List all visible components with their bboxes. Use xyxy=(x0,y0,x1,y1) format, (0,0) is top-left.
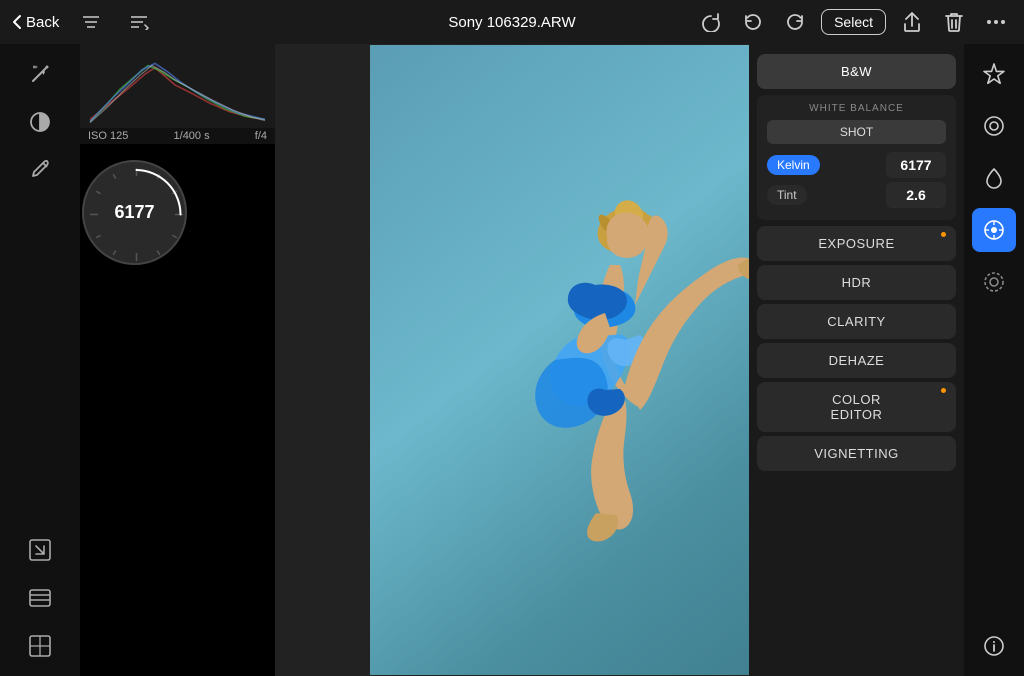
iso-value: ISO 125 xyxy=(88,130,128,142)
presets-icon-btn[interactable] xyxy=(972,52,1016,96)
filter-icon xyxy=(81,14,101,30)
top-bar-right: Select xyxy=(695,6,1012,38)
reset-icon xyxy=(700,12,722,32)
bw-button[interactable]: B&W xyxy=(757,54,956,89)
sort-icon-btn[interactable] xyxy=(123,6,155,38)
histogram-area: ISO 125 1/400 s f/4 xyxy=(80,44,275,144)
layers-icon xyxy=(27,585,53,611)
bottom-left-tools xyxy=(0,528,80,668)
vignetting-button[interactable]: VIGNETTING xyxy=(757,436,956,471)
aperture-value: f/4 xyxy=(255,130,267,142)
kelvin-row: Kelvin 6177 xyxy=(767,152,946,178)
edit-panel: B&W WHITE BALANCE SHOT Kelvin 6177 Tint … xyxy=(749,44,964,676)
tint-tag[interactable]: Tint xyxy=(767,185,807,205)
redo-icon-btn[interactable] xyxy=(779,6,811,38)
dial-outer[interactable]: 6177 xyxy=(82,160,187,265)
sort-icon xyxy=(129,14,149,30)
back-button[interactable]: Back xyxy=(12,14,59,31)
filter-icon-btn[interactable] xyxy=(75,6,107,38)
star-icon xyxy=(982,62,1006,86)
dehaze-button[interactable]: DEHAZE xyxy=(757,343,956,378)
circle-half-icon xyxy=(28,110,52,134)
back-label: Back xyxy=(26,14,59,31)
dial-ticks-svg xyxy=(84,162,189,267)
clarity-button[interactable]: CLARITY xyxy=(757,304,956,339)
info-icon-btn[interactable] xyxy=(972,624,1016,668)
redo-icon xyxy=(784,12,806,32)
file-title: Sony 106329.ARW xyxy=(448,14,575,31)
eyedropper-icon xyxy=(28,158,52,182)
healing-icon-btn[interactable] xyxy=(972,156,1016,200)
histogram-chart xyxy=(80,44,275,128)
shutter-value: 1/400 s xyxy=(174,130,210,142)
back-chevron-icon xyxy=(12,14,22,30)
tint-value[interactable]: 2.6 xyxy=(886,182,946,208)
dial-widget[interactable]: 6177 xyxy=(82,160,187,265)
color-editor-label: COLOREDITOR xyxy=(831,392,883,422)
top-bar-left: Back xyxy=(12,6,155,38)
color-editor-dot xyxy=(941,388,946,393)
delete-icon-btn[interactable] xyxy=(938,6,970,38)
more-icon-btn[interactable] xyxy=(980,6,1012,38)
magic-wand-icon xyxy=(28,62,52,86)
tone-curve-tool[interactable] xyxy=(18,100,62,144)
selective-icon-btn[interactable] xyxy=(972,104,1016,148)
select-button[interactable]: Select xyxy=(821,9,886,35)
hdr-button[interactable]: HDR xyxy=(757,265,956,300)
wb-shot-button[interactable]: SHOT xyxy=(767,120,946,144)
more-dots-icon xyxy=(986,19,1006,25)
drop-icon xyxy=(982,166,1006,190)
expand-icon xyxy=(27,537,53,563)
export-icon-btn[interactable] xyxy=(18,528,62,572)
details-icon-btn[interactable] xyxy=(972,260,1016,304)
histogram-info: ISO 125 1/400 s f/4 xyxy=(80,128,275,144)
wb-label: WHITE BALANCE xyxy=(767,103,946,114)
right-panel xyxy=(964,44,1024,676)
layers-icon-btn[interactable] xyxy=(18,576,62,620)
share-icon-btn[interactable] xyxy=(896,6,928,38)
magic-wand-tool[interactable] xyxy=(18,52,62,96)
white-balance-section: WHITE BALANCE SHOT Kelvin 6177 Tint 2.6 xyxy=(757,95,956,220)
top-bar: Back Sony 106329.ARW xyxy=(0,0,1024,44)
color-tool-btn[interactable] xyxy=(972,208,1016,252)
histogram-canvas xyxy=(80,44,275,128)
circle-icon xyxy=(982,114,1006,138)
tint-row: Tint 2.6 xyxy=(767,182,946,208)
info-icon xyxy=(983,635,1005,657)
color-wheel-icon xyxy=(982,218,1006,242)
exposure-button[interactable]: EXPOSURE xyxy=(757,226,956,261)
grid-icon-btn[interactable] xyxy=(18,624,62,668)
undo-icon xyxy=(742,12,764,32)
undo-icon-btn[interactable] xyxy=(695,6,727,38)
grid-icon xyxy=(27,633,53,659)
trash-icon xyxy=(944,11,964,33)
exposure-label: EXPOSURE xyxy=(818,236,894,251)
exposure-dot xyxy=(941,232,946,237)
detail-icon xyxy=(982,270,1006,294)
kelvin-tag[interactable]: Kelvin xyxy=(767,155,820,175)
undo-back-icon-btn[interactable] xyxy=(737,6,769,38)
color-editor-button[interactable]: COLOREDITOR xyxy=(757,382,956,432)
eyedropper-tool[interactable] xyxy=(18,148,62,192)
share-icon xyxy=(902,11,922,33)
kelvin-value[interactable]: 6177 xyxy=(886,152,946,178)
